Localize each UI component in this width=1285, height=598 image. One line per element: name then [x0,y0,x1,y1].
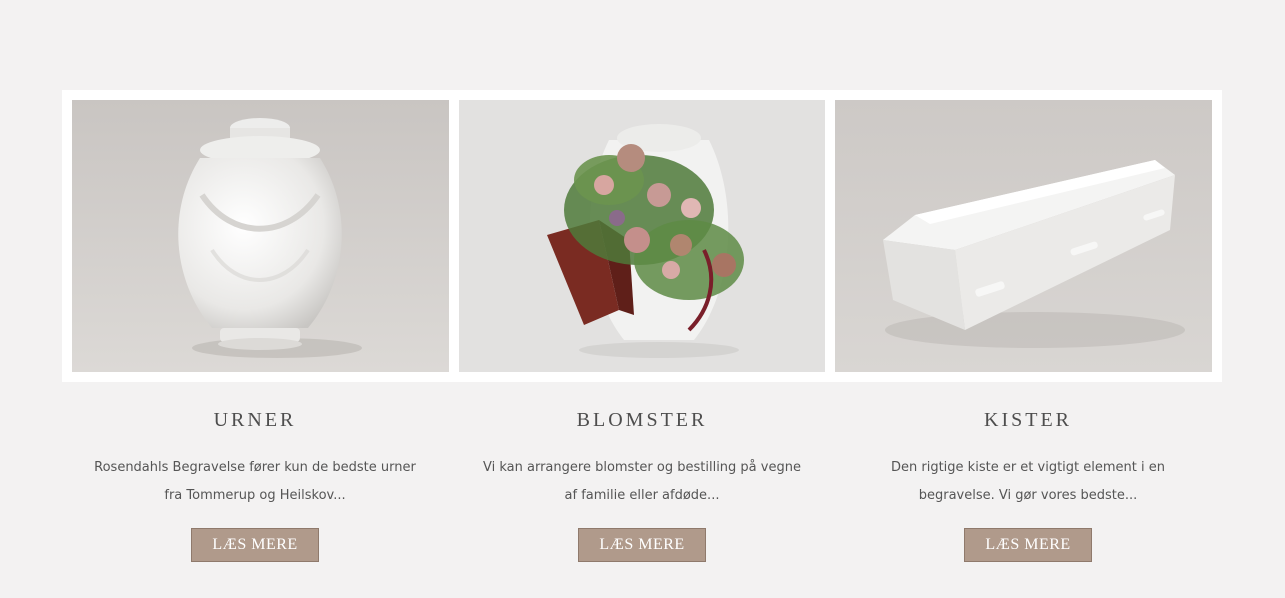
product-title: BLOMSTER [576,409,708,431]
read-more-button[interactable]: LÆS MERE [964,528,1092,562]
coffin-image[interactable] [835,100,1212,372]
product-card-urner: URNER Rosendahls Begravelse fører kun de… [65,400,445,562]
product-title: KISTER [984,409,1072,431]
product-card-kister: KISTER Den rigtige kiste er et vigtigt e… [838,400,1218,562]
read-more-button[interactable]: LÆS MERE [578,528,706,562]
description-line: fra Tommerup og Heilskov... [164,488,346,503]
product-section: URNER Rosendahls Begravelse fører kun de… [0,0,1285,598]
description-line: Den rigtige kiste er et vigtigt element … [891,460,1165,475]
description-line: Rosendahls Begravelse fører kun de bedst… [94,460,416,475]
product-description: Vi kan arrangere blomster og bestilling … [472,454,812,510]
read-more-button[interactable]: LÆS MERE [191,528,319,562]
image-gallery-frame [62,90,1222,382]
product-title: URNER [213,409,297,431]
product-description: Rosendahls Begravelse fører kun de bedst… [85,454,425,510]
product-description: Den rigtige kiste er et vigtigt element … [858,454,1198,510]
description-line: begravelse. Vi gør vores bedste... [918,488,1138,503]
flower-arrangement-image[interactable] [459,100,825,372]
urn-image[interactable] [72,100,449,372]
description-line: af familie eller afdøde... [564,488,720,503]
description-line: Vi kan arrangere blomster og bestilling … [483,460,801,475]
product-card-blomster: BLOMSTER Vi kan arrangere blomster og be… [452,400,832,562]
